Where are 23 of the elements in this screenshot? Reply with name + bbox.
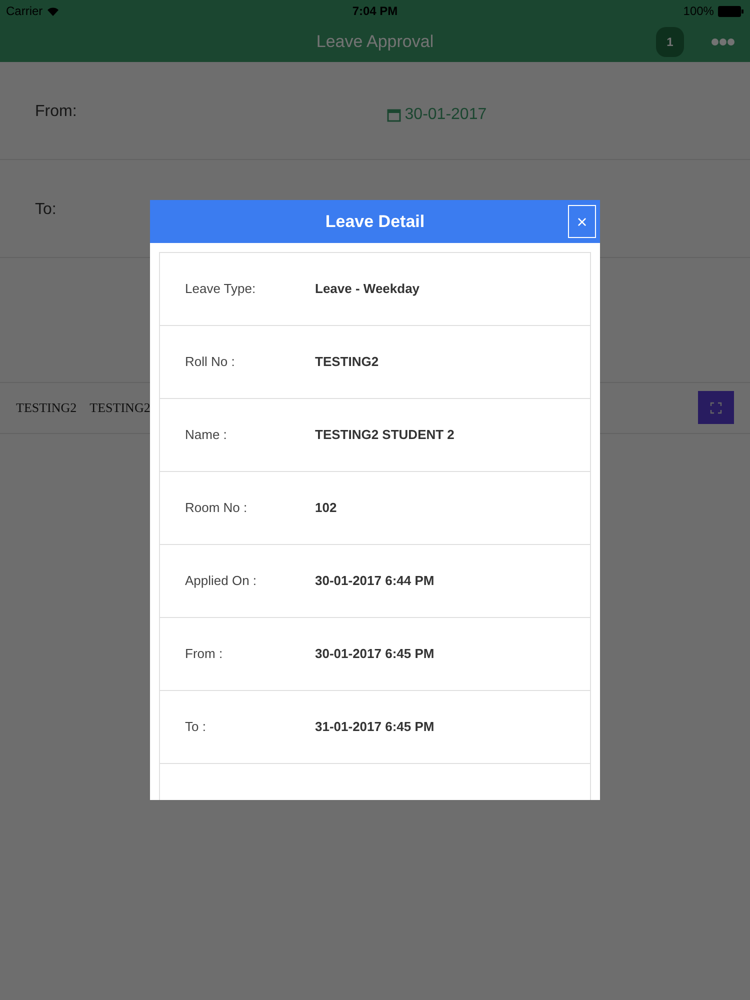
- detail-value: 30-01-2017 6:45 PM: [315, 645, 434, 664]
- detail-value: TESTING2: [315, 353, 379, 372]
- detail-label: Applied On :: [185, 572, 258, 590]
- clock-text: 7:04 PM: [352, 3, 398, 20]
- list-cell-text: TESTING2: [16, 399, 77, 418]
- detail-value: Leave - Weekday: [315, 280, 420, 298]
- battery-text: 100%: [683, 3, 714, 20]
- detail-label: Room No :: [185, 499, 248, 518]
- nav-title: Leave Approval: [316, 31, 434, 54]
- detail-label: Name :: [185, 426, 228, 444]
- detail-label: To :: [185, 718, 207, 736]
- modal-title: Leave Detail: [325, 210, 425, 233]
- detail-value: 30-01-2017 6:44 PM: [315, 572, 434, 590]
- filter-label: To:: [35, 200, 56, 220]
- list-cell-text: TESTING2: [90, 399, 150, 418]
- detail-value: 31-01-2017 6:45 PM: [315, 718, 434, 736]
- detail-label: Roll No :: [185, 353, 236, 372]
- carrier-text: Carrier: [6, 3, 43, 20]
- filter-label: From:: [35, 102, 77, 122]
- detail-value: TESTING2 STUDENT 2: [315, 426, 454, 444]
- detail-label: Leave Type:: [185, 280, 257, 298]
- detail-label: From :: [185, 645, 224, 664]
- detail-value: 102: [315, 499, 337, 518]
